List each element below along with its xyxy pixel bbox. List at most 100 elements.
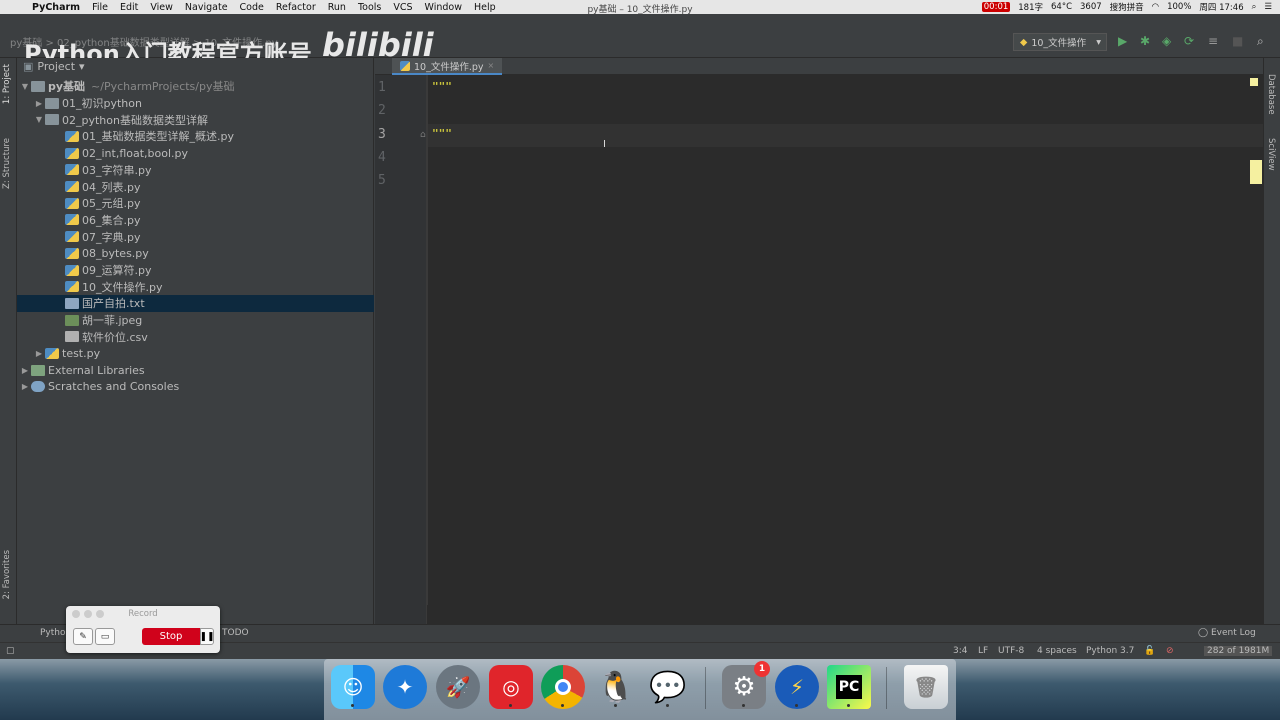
tab-favorites[interactable]: 2: Favorites [2,550,12,599]
collapsed-arrow-icon[interactable]: ▶ [33,99,45,108]
pen-tool-button[interactable]: ✎ [73,628,93,645]
caret-position[interactable]: 3:4 [953,646,967,656]
pycharm-icon[interactable]: PC [827,665,871,709]
build-icon[interactable]: ≡ [1208,34,1218,48]
close-dot-icon[interactable] [72,610,80,618]
layout-toggle-icon[interactable]: ▢ [6,646,15,656]
tab-editor-file[interactable]: 10_文件操作.py × [392,58,503,75]
expanded-arrow-icon[interactable]: ▼ [19,82,31,91]
fold-icon[interactable]: ⌂ [420,130,426,140]
run-config-label: 10_文件操作 [1031,38,1087,49]
menu-vcs[interactable]: VCS [393,2,412,13]
tree-item-file-selected[interactable]: 国产自拍.txt [17,295,374,312]
word-count[interactable]: 181字 [1018,1,1043,13]
tree-item-file[interactable]: 08_bytes.py [17,245,374,262]
menu-help[interactable]: Help [474,2,496,13]
tree-item-file[interactable]: 07_字典.py [17,228,374,245]
menu-window[interactable]: Window [425,2,462,13]
battery-label[interactable]: 100% [1167,2,1191,12]
pause-button[interactable]: ❚❚ [199,628,215,645]
tree-root[interactable]: ▼ py基础 ~/PycharmProjects/py基础 [17,78,374,95]
code-editor[interactable]: 1 2 3 4 5 ⌂ """ """ I [375,75,1263,640]
pause-icon: ❚❚ [199,631,215,642]
menu-code[interactable]: Code [240,2,264,13]
tree-item-file[interactable]: 09_运算符.py [17,262,374,279]
tree-item-file[interactable]: 02_int,float,bool.py [17,145,374,162]
tree-item-folder[interactable]: ▼ 02_python基础数据类型详解 [17,111,374,128]
run-config-select[interactable]: ◆ 10_文件操作 ▾ [1013,33,1107,51]
menu-run[interactable]: Run [328,2,346,13]
tree-item-file[interactable]: 10_文件操作.py [17,278,374,295]
qq-icon[interactable]: 🐧 [594,665,638,709]
tab-database[interactable]: Database [1266,74,1276,115]
menu-file[interactable]: File [92,2,108,13]
launchpad-icon[interactable]: 🚀 [436,665,480,709]
fan-speed[interactable]: 3607 [1080,2,1102,12]
close-icon[interactable]: × [488,61,495,70]
ime-label[interactable]: 搜狗拼音 [1110,1,1144,13]
clock[interactable]: 周四 17:46 [1199,1,1243,13]
tree-item-file[interactable]: 胡一菲.jpeg [17,312,374,329]
trash-icon[interactable]: 🗑 [904,665,948,709]
line-separator[interactable]: LF [978,646,988,656]
event-log-button[interactable]: ◯ Event Log [1198,628,1256,638]
screen-area-button[interactable]: ▭ [95,628,115,645]
record-indicator[interactable]: 00:01 [981,2,1011,12]
expanded-arrow-icon[interactable]: ▼ [33,115,45,124]
menu-refactor[interactable]: Refactor [276,2,316,13]
run-icon[interactable]: ▶ [1118,34,1127,48]
memory-indicator[interactable]: 282 of 1981M [1204,646,1273,656]
menu-pycharm[interactable]: PyCharm [32,2,80,13]
menu-navigate[interactable]: Navigate [185,2,228,13]
code-line: """ [432,80,452,93]
tab-project[interactable]: 1: Project [2,64,12,104]
lock-icon[interactable]: 🔓 [1144,646,1155,656]
inspector-icon[interactable]: ⊘ [1166,646,1174,656]
coverage-icon[interactable]: ◈ [1162,34,1171,48]
safari-icon[interactable]: ✦ [383,665,427,709]
stop-icon[interactable]: ■ [1232,34,1243,48]
project-header[interactable]: ▣ Project ▾ [17,58,373,74]
chrome-icon[interactable] [541,665,585,709]
tab-structure[interactable]: Z: Structure [2,138,12,189]
menu-view[interactable]: View [150,2,173,13]
wechat-icon[interactable]: 💬 [646,665,690,709]
tree-item-scratches[interactable]: ▶ Scratches and Consoles [17,379,374,396]
scroll-marker[interactable] [1250,160,1262,184]
thunder-icon[interactable]: ⚡ [775,665,819,709]
search-icon[interactable]: ⌕ [1257,34,1264,49]
tree-item-libraries[interactable]: ▶ External Libraries [17,362,374,379]
profile-icon[interactable]: ⟳ [1184,34,1194,48]
indent-setting[interactable]: 4 spaces [1037,646,1077,656]
tree-item-file[interactable]: 01_基础数据类型详解_概述.py [17,128,374,145]
tree-item-file[interactable]: 03_字符串.py [17,162,374,179]
tab-todo[interactable]: TODO [222,628,249,638]
netease-music-icon[interactable]: ◎ [489,665,533,709]
zoom-dot-icon[interactable] [96,610,104,618]
tree-item-file[interactable]: ▶ test.py [17,345,374,362]
file-encoding[interactable]: UTF-8 [998,646,1024,656]
inspection-indicator[interactable] [1250,78,1258,86]
spotlight-icon[interactable]: ⌕ [1252,2,1257,12]
python-file-icon [65,164,79,176]
debug-icon[interactable]: ✱ [1140,34,1150,48]
tree-item-file[interactable]: 软件价位.csv [17,329,374,346]
interpreter[interactable]: Python 3.7 [1086,646,1134,656]
stop-button[interactable]: Stop [142,628,200,645]
menu-edit[interactable]: Edit [120,2,138,13]
tab-sciview[interactable]: SciView [1266,138,1276,171]
collapsed-arrow-icon[interactable]: ▶ [33,349,45,358]
temperature[interactable]: 64°C [1051,2,1072,12]
notification-icon[interactable]: ☰ [1264,2,1272,12]
tree-item-file[interactable]: 04_列表.py [17,178,374,195]
system-preferences-icon[interactable]: ⚙ 1 [722,661,770,709]
collapsed-arrow-icon[interactable]: ▶ [19,366,31,375]
finder-icon[interactable]: ☺ [331,665,375,709]
tree-item-file[interactable]: 06_集合.py [17,212,374,229]
minimize-dot-icon[interactable] [84,610,92,618]
collapsed-arrow-icon[interactable]: ▶ [19,382,31,391]
wifi-icon[interactable]: ◠ [1152,2,1159,12]
tree-item-folder[interactable]: ▶ 01_初识python [17,95,374,112]
menu-tools[interactable]: Tools [358,2,381,13]
tree-item-file[interactable]: 05_元组.py [17,195,374,212]
